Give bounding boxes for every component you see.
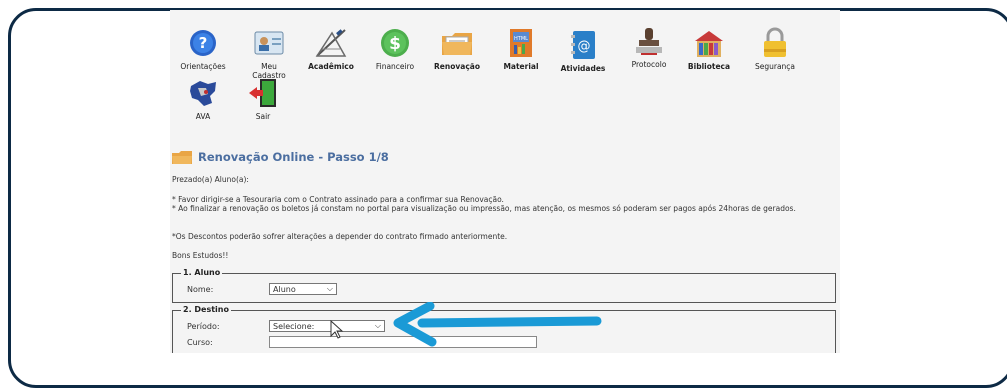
nav-label: Material xyxy=(503,62,539,71)
nav-item-biblioteca[interactable]: Biblioteca xyxy=(680,26,738,71)
nav-item-renovacao[interactable]: Renovação xyxy=(428,26,486,71)
exit-door-icon xyxy=(246,76,280,110)
nav-item-meu-cadastro[interactable]: Meu Cadastro xyxy=(240,26,298,80)
nome-select-value: Aluno xyxy=(273,284,296,294)
id-card-icon xyxy=(252,26,286,60)
svg-text:$: $ xyxy=(389,34,401,54)
nav-item-atividades[interactable]: @ Atividades xyxy=(554,28,612,73)
nav-item-academico[interactable]: Acadêmico xyxy=(302,26,360,71)
folder-icon xyxy=(440,26,474,60)
page-title: Renovação Online - Passo 1/8 xyxy=(172,150,389,164)
mouse-cursor-icon xyxy=(330,320,344,339)
nav-label: Protocolo xyxy=(631,60,667,69)
svg-text:@: @ xyxy=(578,39,591,54)
svg-text:?: ? xyxy=(199,34,208,52)
stamp-icon xyxy=(632,24,666,58)
annotation-arrow-icon xyxy=(393,302,602,347)
curso-label: Curso: xyxy=(187,338,213,347)
nav-item-orientacoes[interactable]: ? Orientações xyxy=(174,26,232,71)
periodo-select-value: Selecione: xyxy=(273,321,315,331)
books-icon xyxy=(692,26,726,60)
drafting-icon xyxy=(314,26,348,60)
periodo-label: Período: xyxy=(187,322,220,331)
nav-label: Acadêmico xyxy=(308,62,354,71)
closing-text: Bons Estudos!! xyxy=(172,251,229,260)
main-nav: ? Orientações Meu Cadastro Acadêmico $ F… xyxy=(170,10,840,140)
nome-select[interactable]: Aluno ⌵ xyxy=(269,283,337,295)
map-icon xyxy=(186,76,220,110)
nav-label: Orientações xyxy=(180,62,226,71)
chevron-down-icon: ⌵ xyxy=(374,321,381,330)
nav-label: Biblioteca xyxy=(687,62,731,71)
nav-item-financeiro[interactable]: $ Financeiro xyxy=(366,26,424,71)
nome-label: Nome: xyxy=(187,285,214,294)
notice-line: * Ao finalizar a renovação os boletos já… xyxy=(172,204,796,213)
notice-line: *Os Descontos poderão sofrer alterações … xyxy=(172,232,508,241)
dollar-icon: $ xyxy=(378,26,412,60)
nav-item-seguranca[interactable]: Segurança xyxy=(746,26,804,71)
destino-legend: 2. Destino xyxy=(181,305,231,314)
nav-item-ava[interactable]: AVA xyxy=(174,76,232,121)
svg-text:HTML: HTML xyxy=(514,36,528,42)
nav-label: AVA xyxy=(195,112,211,121)
padlock-icon xyxy=(758,26,792,60)
nav-label: Segurança xyxy=(754,62,796,71)
nav-item-material[interactable]: HTML Material xyxy=(492,26,550,71)
chevron-down-icon: ⌵ xyxy=(326,284,333,293)
nav-item-sair[interactable]: Sair xyxy=(234,76,292,121)
periodo-select[interactable]: Selecione: ⌵ xyxy=(269,320,385,332)
address-book-icon: @ xyxy=(566,28,600,62)
nav-label: Renovação xyxy=(434,62,480,71)
nav-label: Financeiro xyxy=(375,62,415,71)
nav-item-protocolo[interactable]: Protocolo xyxy=(620,24,678,69)
folder-icon xyxy=(172,151,192,164)
aluno-fieldset: 1. Aluno Nome: Aluno ⌵ xyxy=(172,268,836,303)
page-title-text: Renovação Online - Passo 1/8 xyxy=(198,150,389,164)
aluno-legend: 1. Aluno xyxy=(181,268,223,277)
nav-label: Atividades xyxy=(560,64,606,73)
greeting-text: Prezado(a) Aluno(a): xyxy=(172,175,249,184)
html-book-icon: HTML xyxy=(504,26,538,60)
nav-label: Sair xyxy=(255,112,271,121)
help-icon: ? xyxy=(186,26,220,60)
